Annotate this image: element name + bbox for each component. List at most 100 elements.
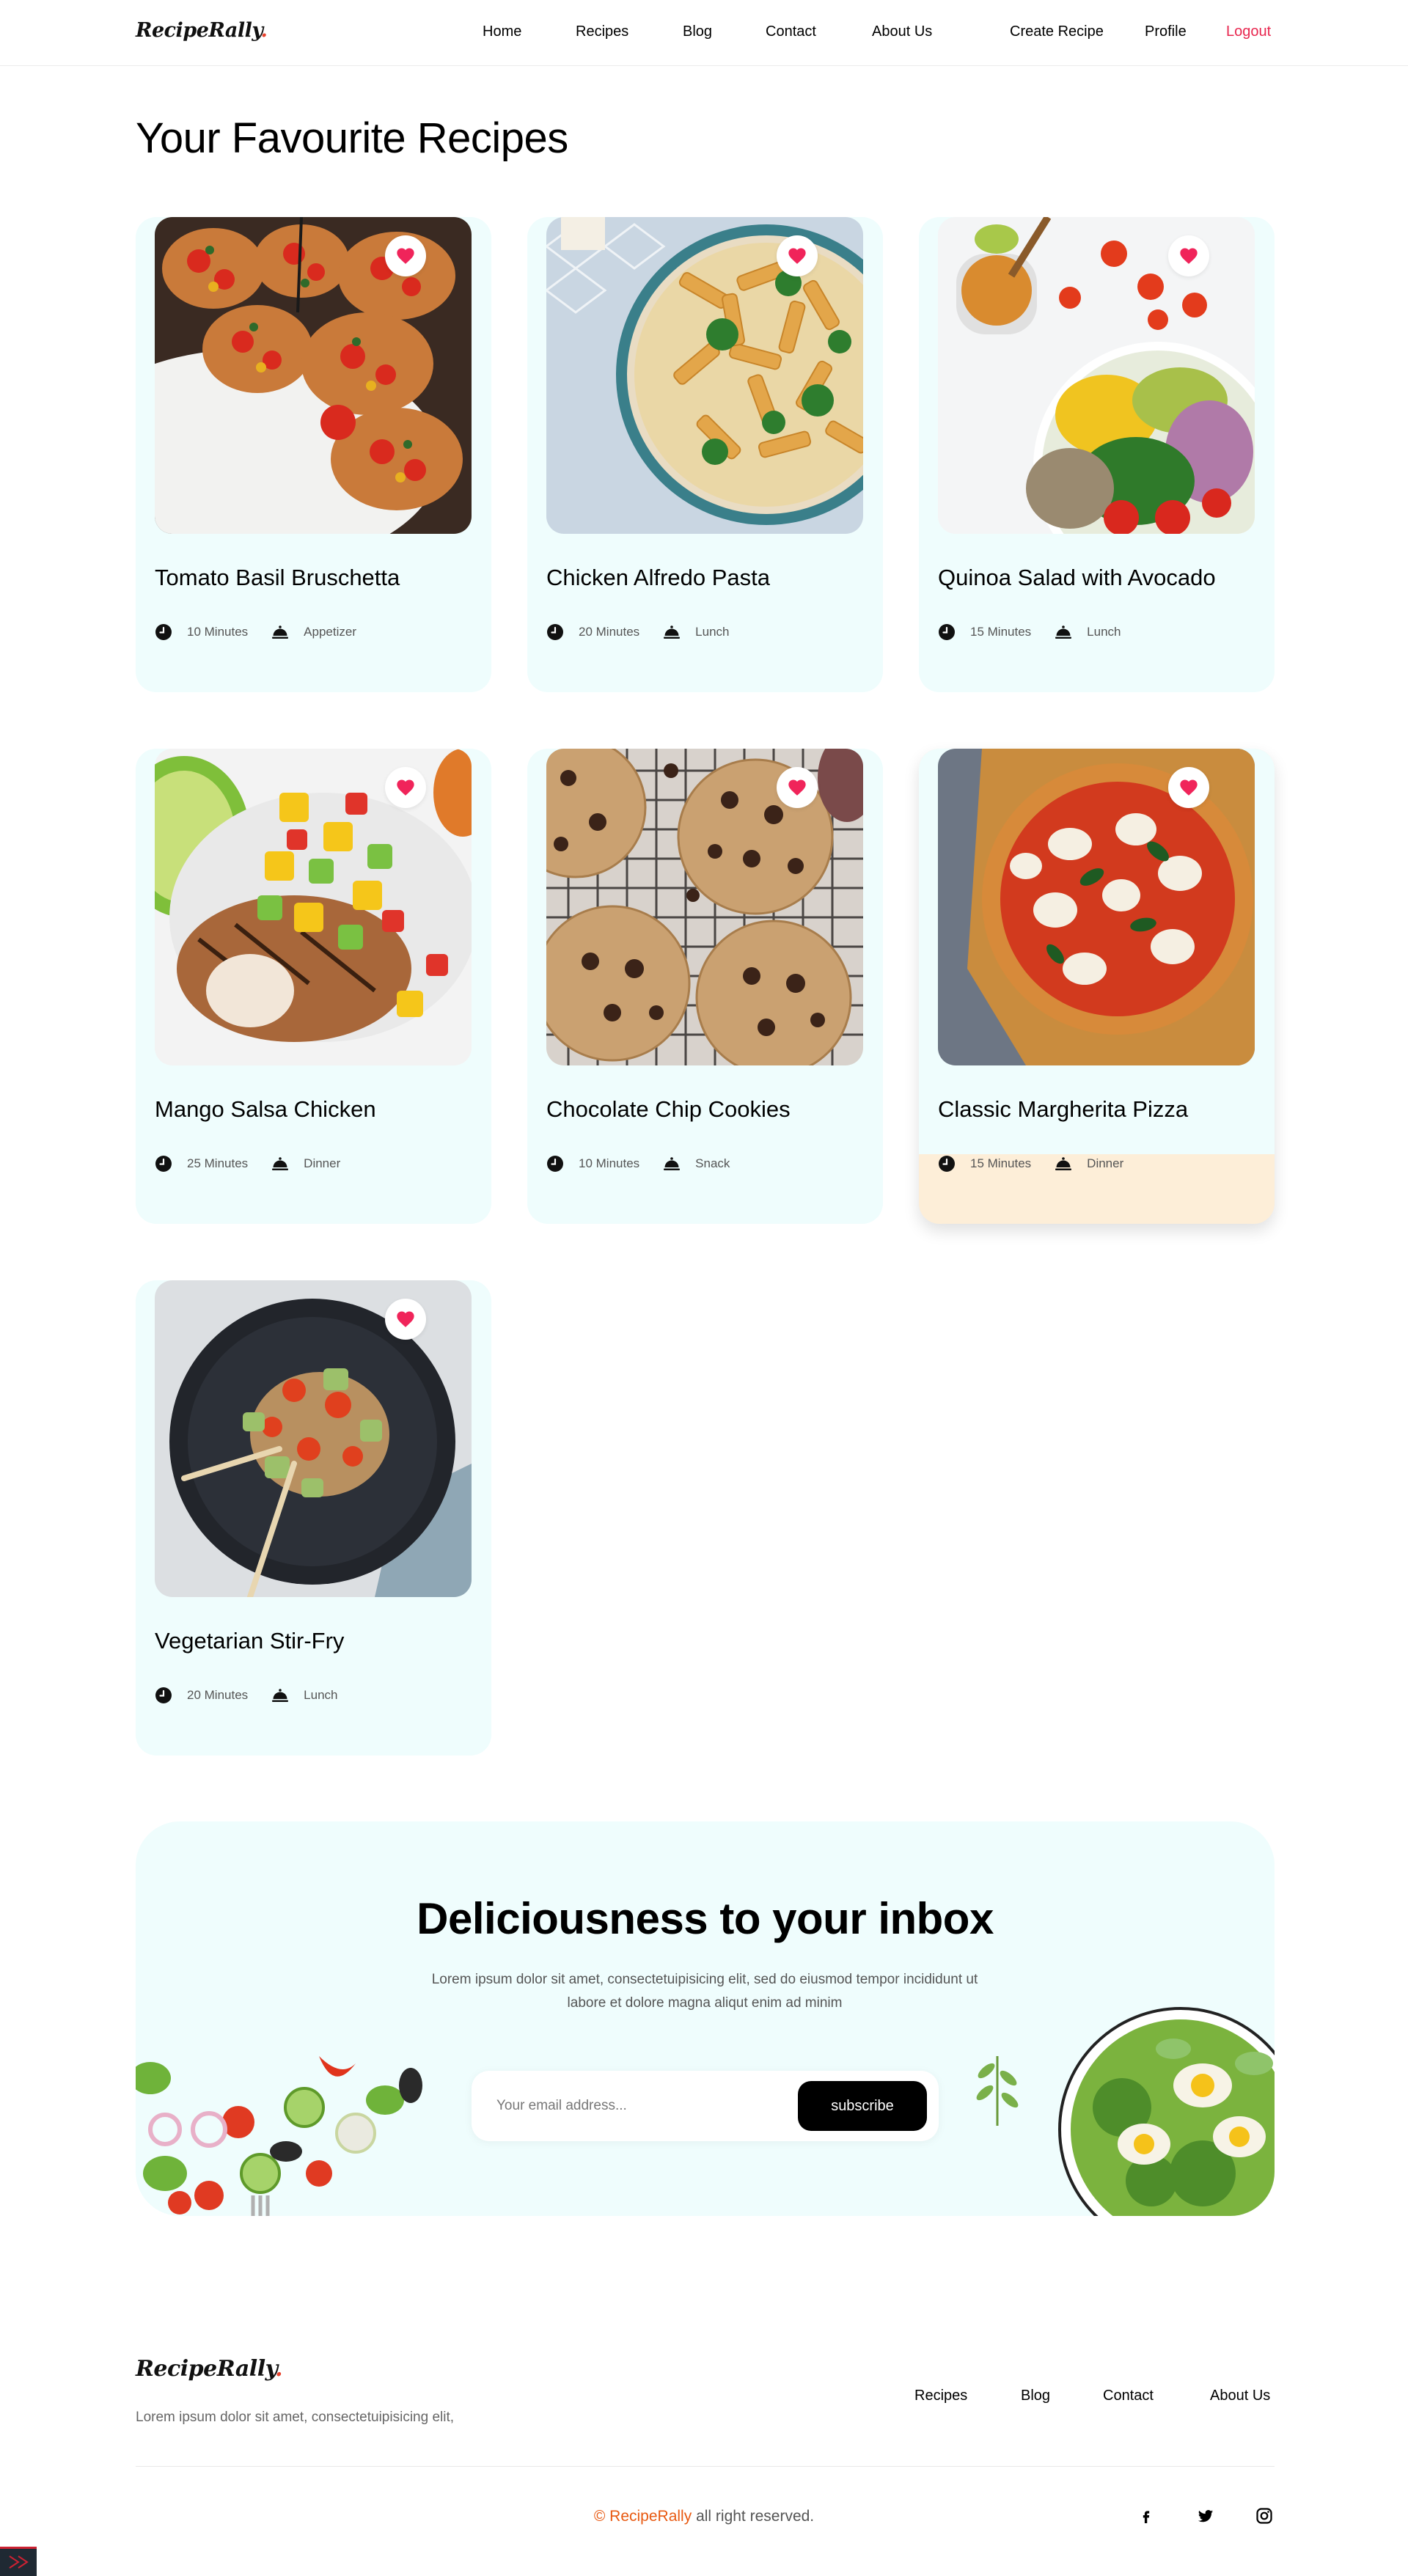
copyright-text: all right reserved.: [696, 2508, 815, 2525]
recipe-card[interactable]: Chocolate Chip Cookies 10 Minutes Snack: [527, 749, 883, 1224]
herb-illustration: [976, 2056, 1019, 2126]
footer-logo-text: RecipeRally: [136, 2356, 276, 2382]
cloche-icon: [271, 623, 289, 641]
heart-icon: [787, 777, 807, 798]
copyright-brand: RecipeRally: [609, 2508, 692, 2525]
recipe-category: Lunch: [695, 625, 730, 639]
page-title: Your Favourite Recipes: [136, 114, 568, 162]
clock-icon: [546, 623, 564, 641]
heart-icon: [1178, 246, 1199, 266]
logo-dot: .: [260, 19, 268, 42]
newsletter-section: Deliciousness to your inbox Lorem ipsum …: [136, 1821, 1275, 2216]
recipe-meta: 20 Minutes Lunch: [155, 1686, 338, 1705]
dev-tools-icon: [9, 2555, 29, 2569]
recipe-meta: 10 Minutes Snack: [546, 1154, 730, 1173]
clock-icon: [155, 623, 172, 641]
twitter-icon[interactable]: [1195, 2505, 1217, 2527]
recipe-title: Chocolate Chip Cookies: [546, 1096, 791, 1122]
footer-description: Lorem ipsum dolor sit amet, consectetuip…: [136, 2410, 455, 2425]
favourite-button[interactable]: [1168, 767, 1209, 808]
nav-contact-link[interactable]: Contact: [766, 23, 816, 40]
create-recipe-link[interactable]: Create Recipe: [1010, 23, 1104, 40]
logout-link[interactable]: Logout: [1226, 23, 1271, 40]
cloche-icon: [271, 1687, 289, 1704]
instagram-icon[interactable]: [1253, 2505, 1275, 2527]
newsletter-description: Lorem ipsum dolor sit amet, consectetuip…: [431, 1972, 978, 2011]
recipe-time: 15 Minutes: [970, 625, 1032, 639]
recipe-category: Snack: [695, 1156, 730, 1170]
recipe-card[interactable]: Mango Salsa Chicken 25 Minutes Dinner: [136, 749, 491, 1224]
recipe-meta: 25 Minutes Dinner: [155, 1154, 340, 1173]
clock-icon: [155, 1687, 172, 1704]
facebook-icon[interactable]: [1135, 2505, 1157, 2527]
logo-text: RecipeRally: [136, 19, 261, 42]
cloche-icon: [663, 623, 681, 641]
recipe-title: Tomato Basil Bruschetta: [155, 565, 400, 590]
cloche-icon: [271, 1155, 289, 1173]
nav-blog-link[interactable]: Blog: [683, 23, 712, 40]
recipe-meta: 20 Minutes Lunch: [546, 623, 730, 642]
heart-icon: [787, 246, 807, 266]
footer-divider: [136, 2466, 1275, 2467]
recipe-category: Appetizer: [304, 625, 356, 639]
corner-badge[interactable]: [0, 2547, 37, 2576]
favourite-button[interactable]: [385, 235, 426, 276]
nav-logo[interactable]: RecipeRally.: [136, 19, 268, 42]
newsletter-form: subscribe: [472, 2071, 939, 2141]
recipe-category: Lunch: [1087, 625, 1121, 639]
recipe-card[interactable]: Classic Margherita Pizza 15 Minutes Dinn…: [919, 749, 1275, 1224]
recipe-category: Dinner: [1087, 1156, 1124, 1170]
recipe-category: Lunch: [304, 1688, 338, 1702]
recipe-title: Classic Margherita Pizza: [938, 1096, 1189, 1122]
clock-icon: [155, 1155, 172, 1173]
recipe-meta: 15 Minutes Lunch: [938, 623, 1121, 642]
email-input[interactable]: [496, 2090, 782, 2122]
recipe-card[interactable]: Chicken Alfredo Pasta 20 Minutes Lunch: [527, 217, 883, 692]
navbar: RecipeRally. Home Recipes Blog Contact A…: [0, 0, 1408, 66]
recipe-time: 25 Minutes: [187, 1156, 249, 1170]
heart-icon: [395, 246, 416, 266]
clock-icon: [938, 1155, 956, 1173]
recipe-time: 10 Minutes: [579, 1156, 640, 1170]
recipe-time: 10 Minutes: [187, 625, 249, 639]
cloche-icon: [1055, 1155, 1072, 1173]
profile-link[interactable]: Profile: [1145, 23, 1187, 40]
cloche-icon: [663, 1155, 681, 1173]
nav-home-link[interactable]: Home: [483, 23, 521, 40]
nav-recipes-link[interactable]: Recipes: [576, 23, 628, 40]
newsletter-title: Deliciousness to your inbox: [417, 1894, 994, 1943]
recipe-title: Chicken Alfredo Pasta: [546, 565, 771, 590]
heart-icon: [1178, 777, 1199, 798]
heart-icon: [395, 777, 416, 798]
recipe-meta: 10 Minutes Appetizer: [155, 623, 356, 642]
footer-contact-link[interactable]: Contact: [1103, 2388, 1154, 2404]
copyright-symbol: ©: [593, 2508, 606, 2525]
favourite-button[interactable]: [1168, 235, 1209, 276]
recipe-time: 15 Minutes: [970, 1156, 1032, 1170]
footer-logo[interactable]: RecipeRally.: [136, 2356, 283, 2382]
subscribe-button[interactable]: subscribe: [798, 2081, 927, 2131]
favourite-button[interactable]: [385, 1299, 426, 1340]
footer-about-link[interactable]: About Us: [1210, 2388, 1270, 2404]
salad-bowl-illustration: [1058, 2007, 1275, 2216]
cloche-icon: [1055, 623, 1072, 641]
heart-icon: [395, 1309, 416, 1329]
recipe-card[interactable]: Vegetarian Stir-Fry 20 Minutes Lunch: [136, 1280, 491, 1755]
favourite-button[interactable]: [777, 767, 818, 808]
recipe-time: 20 Minutes: [187, 1688, 249, 1702]
recipe-time: 20 Minutes: [579, 625, 640, 639]
vegetables-illustration: [136, 2056, 422, 2216]
footer-blog-link[interactable]: Blog: [1021, 2388, 1050, 2404]
recipe-title: Quinoa Salad with Avocado: [938, 565, 1216, 590]
clock-icon: [546, 1155, 564, 1173]
footer-logo-dot: .: [275, 2356, 283, 2382]
nav-about-link[interactable]: About Us: [872, 23, 932, 40]
favourite-button[interactable]: [777, 235, 818, 276]
recipe-meta: 15 Minutes Dinner: [938, 1154, 1123, 1173]
recipe-title: Mango Salsa Chicken: [155, 1096, 376, 1122]
clock-icon: [938, 623, 956, 641]
recipe-card[interactable]: Tomato Basil Bruschetta 10 Minutes Appet…: [136, 217, 491, 692]
favourite-button[interactable]: [385, 767, 426, 808]
recipe-card[interactable]: Quinoa Salad with Avocado 15 Minutes Lun…: [919, 217, 1275, 692]
footer-recipes-link[interactable]: Recipes: [914, 2388, 967, 2404]
